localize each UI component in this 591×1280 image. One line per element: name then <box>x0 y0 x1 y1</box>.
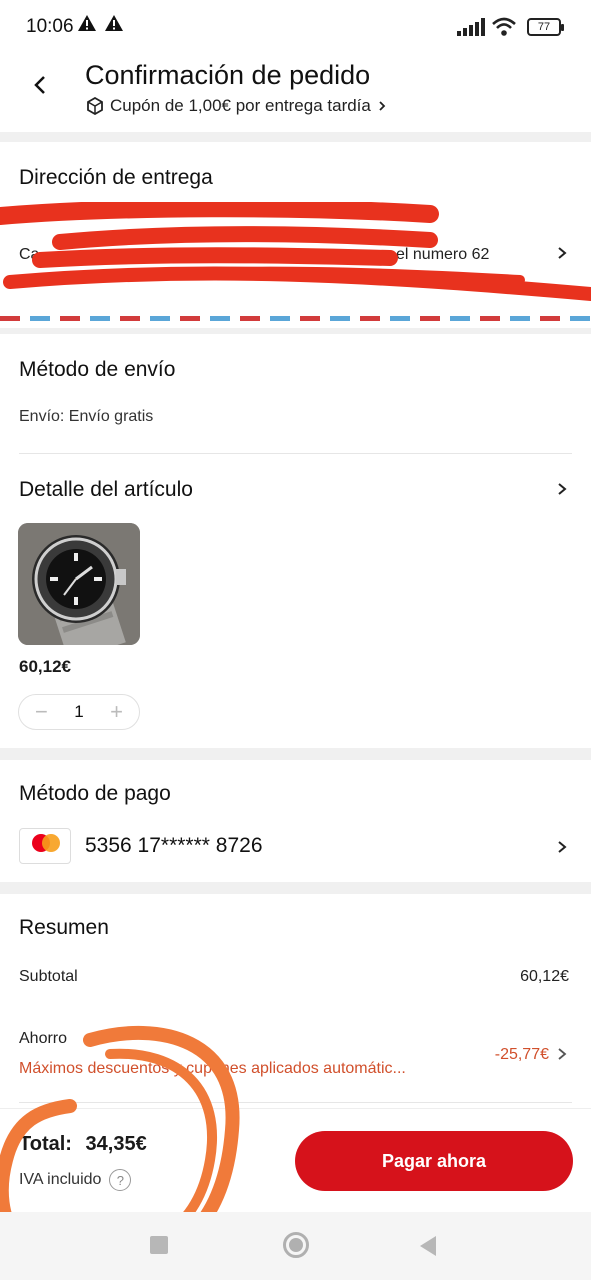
decrement-button[interactable]: − <box>35 699 48 725</box>
nav-back-button[interactable] <box>420 1236 436 1256</box>
coupon-link[interactable]: Cupón de 1,00€ por entrega tardía <box>86 96 387 116</box>
chevron-right-icon[interactable] <box>556 1047 568 1061</box>
watch-image <box>18 523 140 645</box>
warning-icon <box>105 15 123 31</box>
chevron-right-icon[interactable] <box>555 482 569 496</box>
wifi-icon <box>492 17 516 36</box>
page-header: Confirmación de pedido Cupón de 1,00€ po… <box>0 52 591 132</box>
increment-button[interactable]: + <box>110 699 123 725</box>
quantity-stepper: − 1 + <box>18 694 140 730</box>
back-arrow-icon[interactable] <box>30 74 52 96</box>
savings-value[interactable]: -25,77€ <box>495 1046 549 1064</box>
summary-title: Resumen <box>19 916 109 939</box>
divider <box>19 453 572 454</box>
payment-title: Método de pago <box>19 782 171 805</box>
delivery-title: Dirección de entrega <box>19 166 213 189</box>
mastercard-icon <box>32 834 60 852</box>
subtotal-label: Subtotal <box>19 968 78 985</box>
delivery-address-section[interactable]: Dirección de entrega Ca el numero 62 <box>0 142 591 328</box>
signal-icon <box>457 18 485 36</box>
card-number: 5356 17****** 8726 <box>85 834 263 857</box>
warning-icon <box>78 15 96 31</box>
payment-section[interactable]: Método de pago <box>0 760 591 882</box>
shipping-title: Método de envío <box>19 358 176 381</box>
address-border-stripe <box>0 316 591 321</box>
coupon-box-icon <box>87 97 103 115</box>
chevron-right-icon[interactable] <box>555 840 569 854</box>
redaction-scribble <box>0 202 591 301</box>
mastercard-logo <box>19 828 71 864</box>
subtotal-value: 60,12€ <box>520 968 569 985</box>
chevron-right-icon <box>379 101 386 111</box>
item-title: Detalle del artículo <box>19 478 193 501</box>
pay-now-button[interactable]: Pagar ahora <box>295 1131 573 1191</box>
home-button[interactable] <box>283 1232 309 1258</box>
recents-button[interactable] <box>150 1236 168 1254</box>
system-nav-bar <box>0 1212 591 1280</box>
status-time: 10:06 <box>26 16 74 37</box>
page-title: Confirmación de pedido <box>85 60 371 90</box>
coupon-text: Cupón de 1,00€ por entrega tardía <box>110 96 371 115</box>
shipping-value: Envío: Envío gratis <box>19 408 154 425</box>
item-price: 60,12€ <box>19 657 71 676</box>
product-image[interactable] <box>18 523 140 645</box>
quantity-value: 1 <box>74 702 84 721</box>
status-bar: 10:06 77 <box>0 0 591 52</box>
battery-icon: 77 <box>527 18 564 36</box>
